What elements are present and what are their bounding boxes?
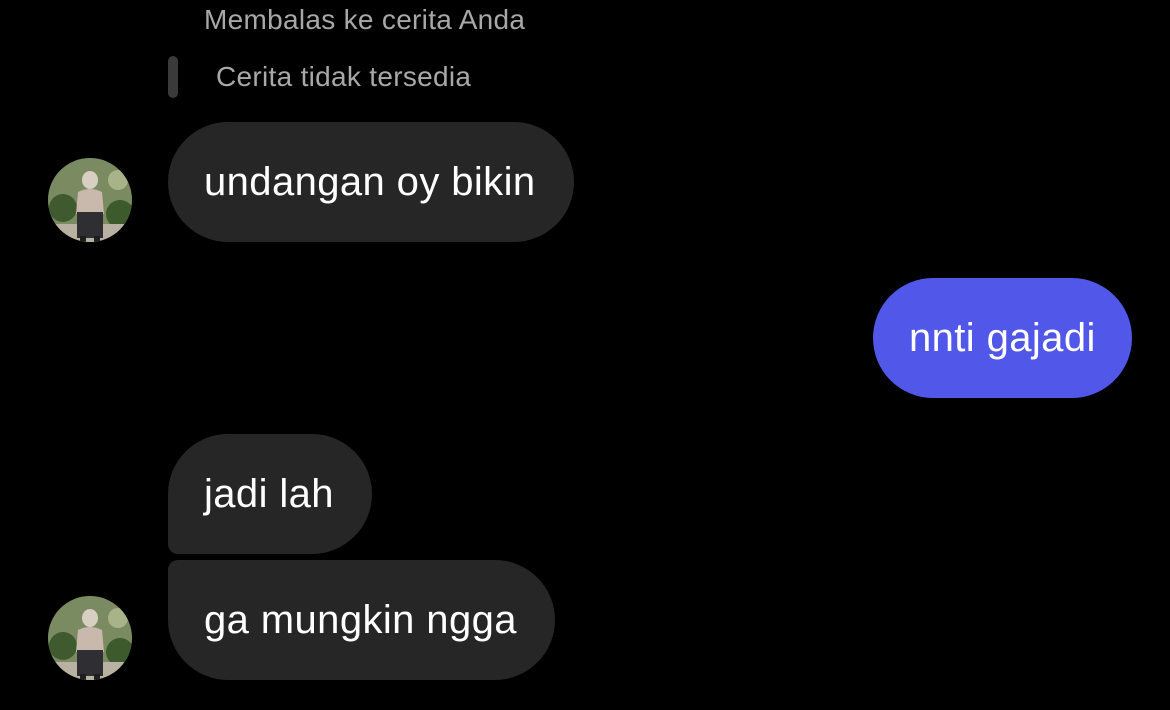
contact-avatar[interactable] [48,596,132,680]
quote-bar [168,56,178,98]
outgoing-message[interactable]: nnti gajadi [873,278,1132,398]
incoming-message[interactable]: ga mungkin ngga [168,560,555,680]
avatar-photo-icon [48,158,132,242]
incoming-message[interactable]: undangan oy bikin [168,122,574,242]
story-unavailable-text: Cerita tidak tersedia [216,61,472,92]
avatar-photo-icon [48,596,132,680]
reply-context-label: Membalas ke cerita Anda [204,4,526,35]
story-reply-quote[interactable]: Cerita tidak tersedia [168,56,471,98]
contact-avatar[interactable] [48,158,132,242]
chat-thread: Membalas ke cerita Anda Cerita tidak ter… [0,0,1170,710]
incoming-message[interactable]: jadi lah [168,434,372,554]
